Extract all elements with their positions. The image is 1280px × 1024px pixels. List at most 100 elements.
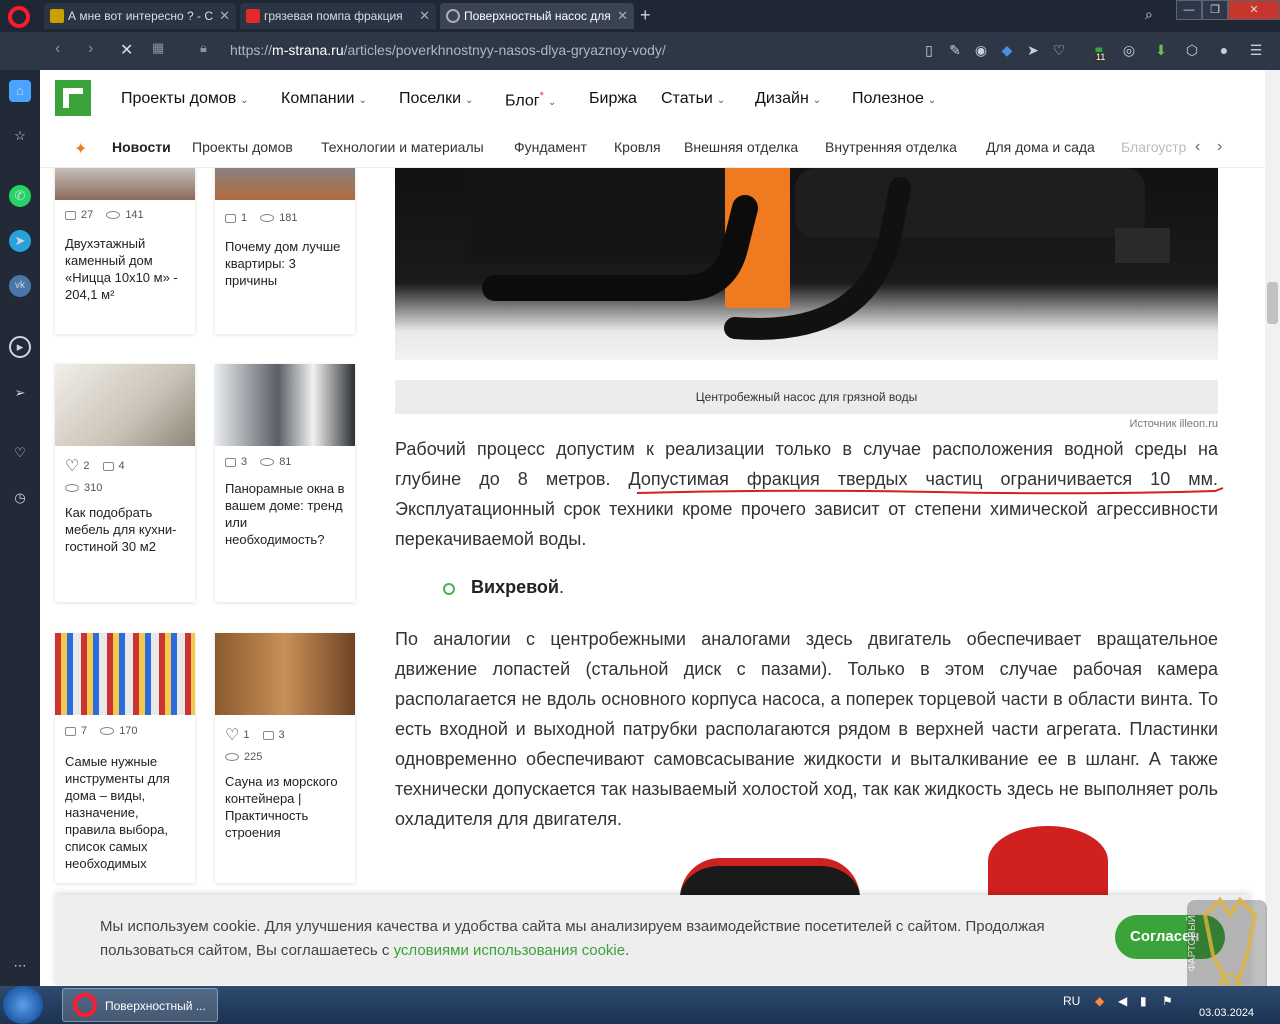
subnav-news[interactable]: Новости	[112, 139, 171, 155]
article-card[interactable]: 1 181 Почему дом лучше квартиры: 3 причи…	[215, 168, 355, 334]
photo-icon	[262, 730, 274, 740]
vk-icon[interactable]: vk	[9, 275, 31, 297]
nav-villages[interactable]: Поселки ⌄	[399, 90, 473, 108]
close-tab-icon[interactable]: ✕	[219, 8, 230, 24]
download-icon[interactable]: ⬇	[1152, 41, 1170, 59]
shield-icon[interactable]: ◆	[998, 41, 1016, 59]
article-card[interactable]: 7 170 Самые нужные инструменты для дома …	[55, 633, 195, 883]
image-source[interactable]: Источник illeon.ru	[1040, 418, 1218, 430]
nav-design[interactable]: Дизайн ⌄	[755, 90, 821, 108]
page-scrollbar[interactable]	[1265, 70, 1280, 986]
card-title[interactable]: Панорамные окна в вашем доме: тренд или …	[225, 480, 350, 548]
card-title[interactable]: Почему дом лучше квартиры: 3 причины	[225, 238, 350, 289]
minimize-icon[interactable]: —	[1176, 0, 1202, 20]
scrollbar-thumb[interactable]	[1267, 282, 1278, 324]
card-meta: 310	[65, 482, 102, 494]
subnav-foundation[interactable]: Фундамент	[514, 139, 587, 155]
home-icon[interactable]: ⌂	[9, 80, 31, 102]
subnav-projects[interactable]: Проекты домов	[192, 139, 293, 155]
forward-icon[interactable]: ›	[88, 40, 93, 58]
more-icon[interactable]: ⋯	[9, 955, 31, 977]
network-icon[interactable]: ▮	[1140, 994, 1147, 1008]
browser-tab[interactable]: А мне вот интересно ? - С ✕	[44, 3, 236, 29]
card-title[interactable]: Самые нужные инструменты для дома – виды…	[65, 753, 190, 872]
article-card[interactable]: ♡ 2 4 310 Как подобрать мебель для кухни-…	[55, 364, 195, 602]
flag-icon[interactable]: ⚑	[1162, 994, 1173, 1008]
subnav-home-garden[interactable]: Для дома и сада	[986, 139, 1095, 155]
browser-tab[interactable]: грязевая помпа фракция ✕	[240, 3, 436, 29]
card-title[interactable]: Как подобрать мебель для кухни-гостиной …	[65, 504, 190, 555]
whatsapp-icon[interactable]: ✆	[9, 185, 31, 207]
globe-icon[interactable]: ◎	[1120, 41, 1138, 59]
yandex-favicon-icon	[246, 9, 260, 23]
cube-icon[interactable]: ⬡	[1183, 41, 1201, 59]
card-meta: 1 181	[225, 212, 298, 224]
back-icon[interactable]: ‹	[55, 40, 60, 58]
site-logo[interactable]	[55, 80, 91, 116]
heart-icon[interactable]: ♡	[9, 442, 31, 464]
close-tab-icon[interactable]: ✕	[419, 8, 430, 24]
url-prefix: https://	[230, 42, 273, 58]
close-tab-icon[interactable]: ✕	[617, 8, 628, 24]
nav-blog[interactable]: Блог*⌄	[505, 90, 556, 110]
nav-useful[interactable]: Полезное ⌄	[852, 90, 936, 108]
subnav-interior[interactable]: Внутренняя отделка	[825, 139, 957, 155]
send-icon[interactable]: ➤	[1024, 41, 1042, 59]
reader-icon[interactable]: ▯	[920, 41, 938, 59]
scroll-right-icon[interactable]: ›	[1217, 138, 1222, 156]
heart-icon[interactable]: ♡	[65, 458, 79, 475]
cookie-policy-link[interactable]: условиями использования cookie	[394, 942, 626, 959]
article-card[interactable]: 3 81 Панорамные окна в вашем доме: тренд…	[215, 364, 355, 602]
profile-icon[interactable]: ●	[1215, 41, 1233, 59]
tab-title: Поверхностный насос для	[464, 9, 611, 23]
nav-exchange[interactable]: Биржа	[589, 90, 637, 108]
chevron-down-icon: ⌄	[716, 95, 726, 106]
start-button[interactable]	[3, 986, 43, 1024]
card-title[interactable]: Сауна из морского контейнера | Практично…	[225, 773, 350, 841]
nav-companies[interactable]: Компании ⌄	[281, 90, 367, 108]
browser-tab-active[interactable]: Поверхностный насос для ✕	[440, 3, 634, 29]
windows-taskbar: Поверхностный ... RU ◆ ◀ ▮ ⚑	[0, 986, 1280, 1024]
restore-icon[interactable]: ❐	[1202, 0, 1228, 20]
taskbar-date[interactable]: 03.03.2024	[1199, 1007, 1254, 1019]
heart-icon[interactable]: ♡	[1050, 41, 1068, 59]
search-tabs-icon[interactable]: ⌕	[1145, 6, 1153, 23]
article-card[interactable]: 27 141 Двухэтажный каменный дом «Ницца 1…	[55, 168, 195, 334]
close-window-icon[interactable]: ✕	[1228, 0, 1280, 20]
send-icon[interactable]: ➢	[9, 382, 31, 404]
opera-logo-icon[interactable]	[8, 6, 30, 28]
next-image-fragment	[988, 826, 1108, 896]
tab-title: А мне вот интересно ? - С	[68, 9, 214, 23]
url-field[interactable]: https://m-strana.ru/articles/poverkhnost…	[230, 42, 666, 58]
loading-spinner-icon	[446, 9, 460, 23]
history-icon[interactable]: ◷	[9, 487, 31, 509]
bullet-item: Вихревой.	[471, 577, 564, 597]
tray-app-icon[interactable]: ◆	[1095, 994, 1104, 1008]
nav-articles[interactable]: Статьи ⌄	[661, 90, 725, 108]
bullet-icon	[443, 583, 455, 595]
edit-icon[interactable]: ✎	[946, 41, 964, 59]
taskbar-window-button[interactable]: Поверхностный ...	[62, 988, 218, 1022]
cookie-banner: Мы используем cookie. Для улучшения каче…	[55, 895, 1250, 985]
subnav-roof[interactable]: Кровля	[614, 139, 661, 155]
menu-icon[interactable]: ☰	[1247, 41, 1265, 59]
sub-navigation: ✦ Новости Проекты домов Технологии и мат…	[40, 126, 1265, 168]
camera-icon[interactable]: ◉	[972, 41, 990, 59]
player-icon[interactable]: ▸	[9, 336, 31, 358]
tab-grid-icon[interactable]: ▦	[152, 40, 164, 56]
nav-projects[interactable]: Проекты домов ⌄	[121, 90, 249, 108]
heart-icon[interactable]: ♡	[225, 727, 239, 744]
scroll-left-icon[interactable]: ‹	[1195, 138, 1200, 156]
subnav-technologies[interactable]: Технологии и материалы	[321, 139, 484, 155]
star-icon[interactable]: ☆	[9, 125, 31, 147]
new-tab-icon[interactable]: +	[640, 5, 651, 26]
telegram-icon[interactable]: ➤	[9, 230, 31, 252]
image-caption: Центробежный насос для грязной воды	[395, 380, 1218, 414]
subnav-landscaping[interactable]: Благоустр	[1121, 139, 1186, 155]
stop-loading-icon[interactable]: ✕	[120, 40, 133, 60]
volume-icon[interactable]: ◀	[1118, 994, 1127, 1008]
card-title[interactable]: Двухэтажный каменный дом «Ницца 10х10 м»…	[65, 235, 190, 303]
language-indicator[interactable]: RU	[1063, 994, 1080, 1008]
subnav-exterior[interactable]: Внешняя отделка	[684, 139, 798, 155]
article-card[interactable]: ♡ 1 3 225 Сауна из морского контейнера | …	[215, 633, 355, 883]
